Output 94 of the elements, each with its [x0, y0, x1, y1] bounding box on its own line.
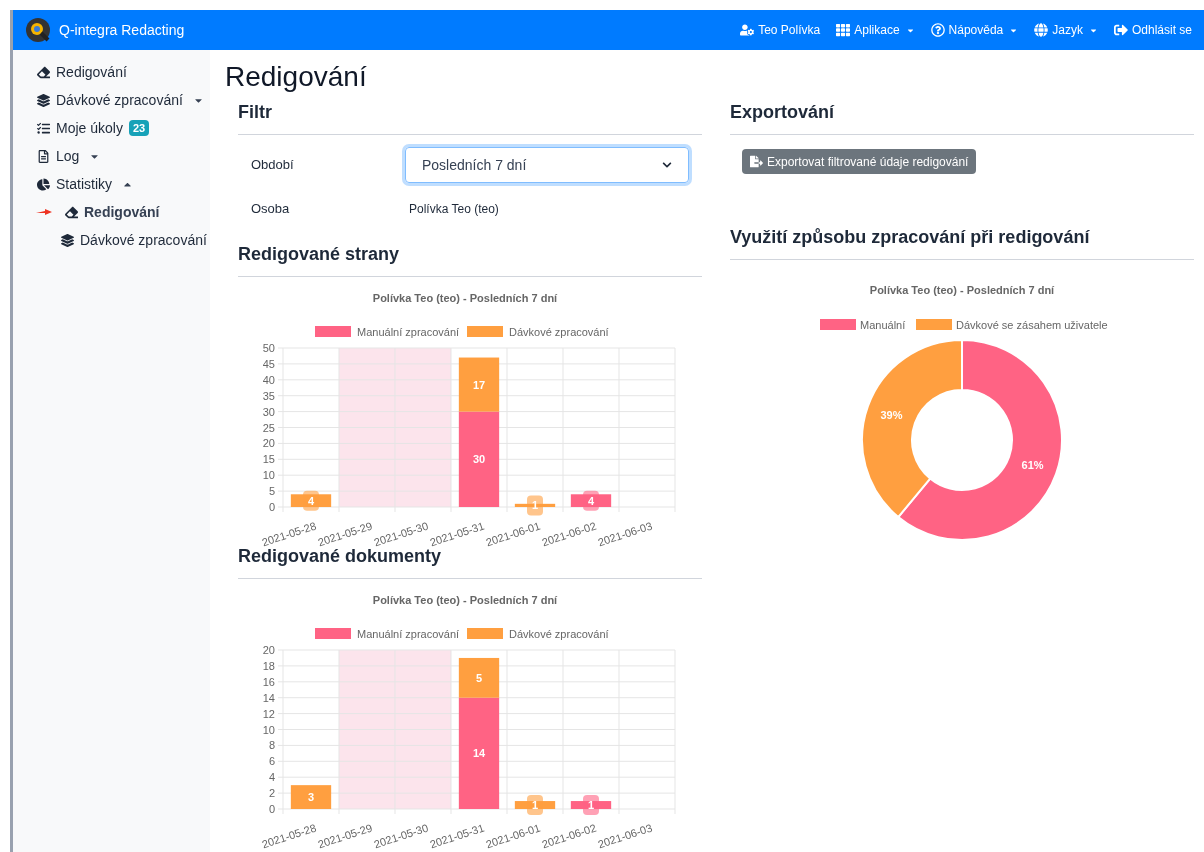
axis-label: 20: [262, 437, 275, 450]
chevron-down-icon: [662, 160, 672, 170]
axis-label: 16: [262, 675, 275, 688]
legend-label: Dávkové zpracování: [509, 628, 609, 640]
eraser-icon: [65, 205, 78, 219]
chart-title: Polívka Teo (teo) - Posledních 7 dní: [869, 284, 1055, 296]
bar: [514, 801, 556, 809]
legend-swatch[interactable]: [467, 326, 503, 337]
bar: [570, 801, 612, 809]
axis-label: 20: [262, 644, 275, 656]
axis-label: 15: [262, 453, 275, 466]
section-heading: Využití způsobu zpracování při redigování: [730, 224, 1194, 260]
data-label: 1: [527, 495, 543, 516]
axis-label: 18: [262, 659, 275, 672]
sidebar-link[interactable]: Redigování: [84, 201, 160, 223]
axis-label: 5: [268, 485, 275, 498]
bar: [290, 785, 332, 809]
chart-title: Polívka Teo (teo) - Posledních 7 dní: [372, 292, 558, 304]
section-heading: Redigované strany: [238, 241, 702, 277]
eraser-icon: [37, 65, 50, 79]
logo-icon: [25, 17, 51, 43]
axis-label: 40: [262, 373, 275, 386]
slice-label: 39%: [880, 408, 903, 421]
count-badge: 23: [128, 120, 150, 136]
slice-label: 61%: [1021, 459, 1044, 472]
axis-label: 4: [268, 771, 275, 784]
axis-label: 35: [262, 389, 275, 402]
checklist-icon: [37, 121, 50, 135]
sidebar-link[interactable]: Statistiky: [56, 173, 112, 195]
nav-link[interactable]: Odhlásit se: [1113, 21, 1192, 39]
axis-label: 8: [268, 739, 275, 752]
sidebar-link[interactable]: Moje úkoly: [56, 117, 123, 139]
legend-label: Dávkové zpracování: [509, 326, 609, 338]
axis-label: 2: [268, 787, 275, 800]
field-label: Období: [250, 156, 295, 175]
nav-link[interactable]: Nápověda: [930, 21, 1019, 39]
layers-icon: [37, 93, 50, 107]
axis-label: 0: [268, 501, 275, 513]
section-heading: Exportování: [730, 99, 1194, 135]
data-label: 5: [475, 671, 483, 684]
legend-label: Manuální zpracování: [357, 628, 460, 640]
document-icon: [37, 149, 50, 163]
arrow-icon: [35, 208, 53, 216]
file-export-icon: [750, 155, 763, 168]
legend-swatch[interactable]: [315, 628, 351, 639]
chart-title: Polívka Teo (teo) - Posledních 7 dní: [372, 594, 558, 606]
legend-label: Manuální zpracování: [357, 326, 460, 338]
globe-icon: [1034, 23, 1049, 37]
legend-swatch[interactable]: [820, 319, 856, 330]
bar: [290, 494, 332, 507]
bar: [514, 503, 556, 507]
user-gear-icon: [740, 23, 755, 37]
bar: [570, 494, 612, 507]
sidebar-link[interactable]: Dávkové zpracování: [80, 229, 207, 251]
layers-icon: [61, 233, 74, 247]
nav-link[interactable]: Teo Polívka: [740, 21, 821, 39]
data-label: 4: [583, 490, 599, 511]
axis-label: 10: [262, 469, 275, 482]
data-label: 17: [472, 378, 486, 391]
data-label: 1: [583, 795, 599, 816]
logout-icon: [1113, 23, 1128, 37]
nav-link[interactable]: Jazyk: [1034, 21, 1098, 39]
axis-label: 25: [262, 421, 275, 434]
brand-name[interactable]: Q-integra Redacting: [59, 19, 185, 41]
sidebar-link[interactable]: Log: [56, 145, 80, 167]
field-label: Osoba: [250, 200, 291, 219]
legend-swatch[interactable]: [916, 319, 952, 330]
axis-label: 45: [262, 357, 275, 370]
axis-label: 14: [262, 691, 275, 704]
axis-label: 6: [268, 755, 275, 768]
axis-label: 10: [262, 723, 275, 736]
axis-label: 0: [268, 803, 275, 815]
data-label: 3: [307, 791, 315, 804]
legend-label: Manuální: [860, 319, 906, 331]
grid-icon: [836, 23, 851, 37]
section-heading: Filtr: [238, 99, 702, 135]
page-title: Redigování: [225, 60, 368, 94]
data-label: 4: [303, 490, 319, 511]
legend-label: Dávkové se zásahem uživatele: [956, 319, 1108, 331]
data-label: 30: [472, 453, 486, 466]
legend-swatch[interactable]: [467, 628, 503, 639]
axis-label: 30: [262, 405, 275, 418]
axis-label: 50: [262, 342, 275, 354]
pie-chart-icon: [37, 177, 50, 191]
sidebar-link[interactable]: Redigování: [56, 61, 127, 83]
axis-label: 12: [262, 707, 275, 720]
legend-swatch[interactable]: [315, 326, 351, 337]
field-value: Polívka Teo (teo): [408, 201, 499, 218]
nav-link[interactable]: Aplikace: [836, 21, 915, 39]
data-label: 1: [527, 795, 543, 816]
sidebar-link[interactable]: Dávkové zpracování: [56, 89, 183, 111]
export-button[interactable]: Exportovat filtrované údaje redigování: [742, 149, 977, 174]
period-select[interactable]: Posledních 7 dní: [405, 147, 689, 183]
data-label: 14: [472, 747, 486, 760]
